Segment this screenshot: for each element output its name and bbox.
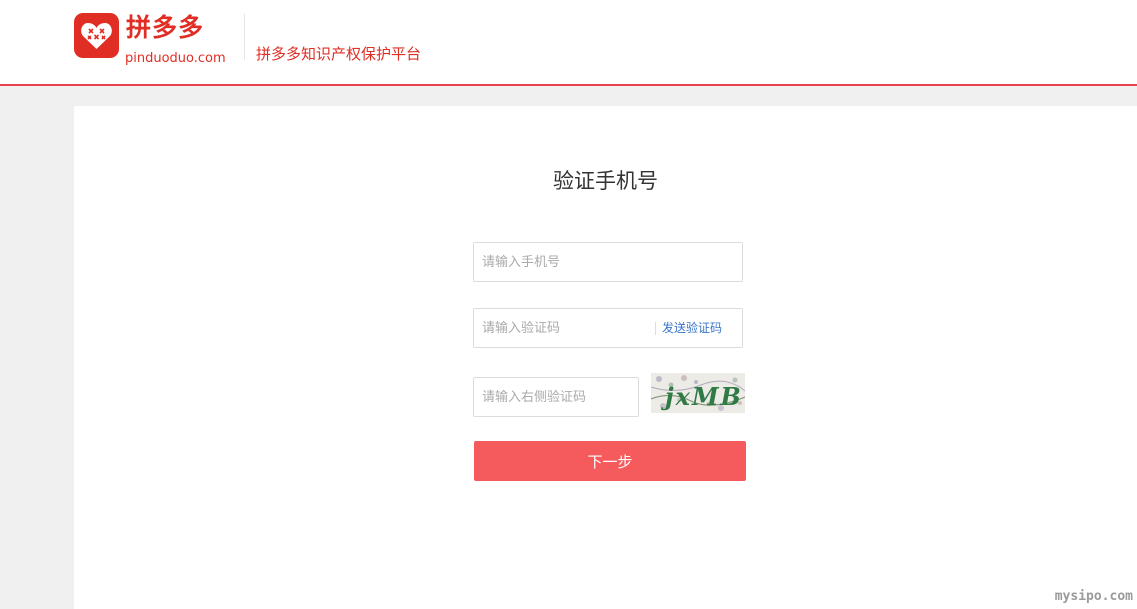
captcha-input[interactable] — [474, 378, 638, 416]
page-title: 验证手机号 — [553, 169, 658, 193]
captcha-field-wrapper — [473, 377, 639, 417]
sms-separator — [655, 322, 656, 335]
brand-domain: pinduoduo.com — [125, 51, 226, 66]
site-header: 拼多多 pinduoduo.com 拼多多知识产权保护平台 — [0, 0, 1137, 86]
platform-name: 拼多多知识产权保护平台 — [256, 45, 422, 63]
sms-code-field-wrapper: 发送验证码 — [473, 308, 743, 348]
captcha-image[interactable]: jxMB — [651, 373, 745, 413]
verify-phone-card: 验证手机号 发送验证码 j — [74, 106, 1137, 609]
header-divider — [244, 14, 245, 60]
sms-code-input[interactable] — [474, 309, 652, 347]
captcha-text: jxMB — [661, 382, 743, 411]
phone-field-wrapper — [473, 242, 743, 282]
brand-name: 拼多多 — [126, 13, 205, 42]
phone-input[interactable] — [474, 243, 742, 281]
send-code-button[interactable]: 发送验证码 — [662, 309, 722, 347]
next-step-button[interactable]: 下一步 — [474, 441, 746, 481]
watermark: mysipo.com — [1054, 589, 1133, 604]
pinduoduo-logo-icon[interactable] — [74, 13, 119, 58]
